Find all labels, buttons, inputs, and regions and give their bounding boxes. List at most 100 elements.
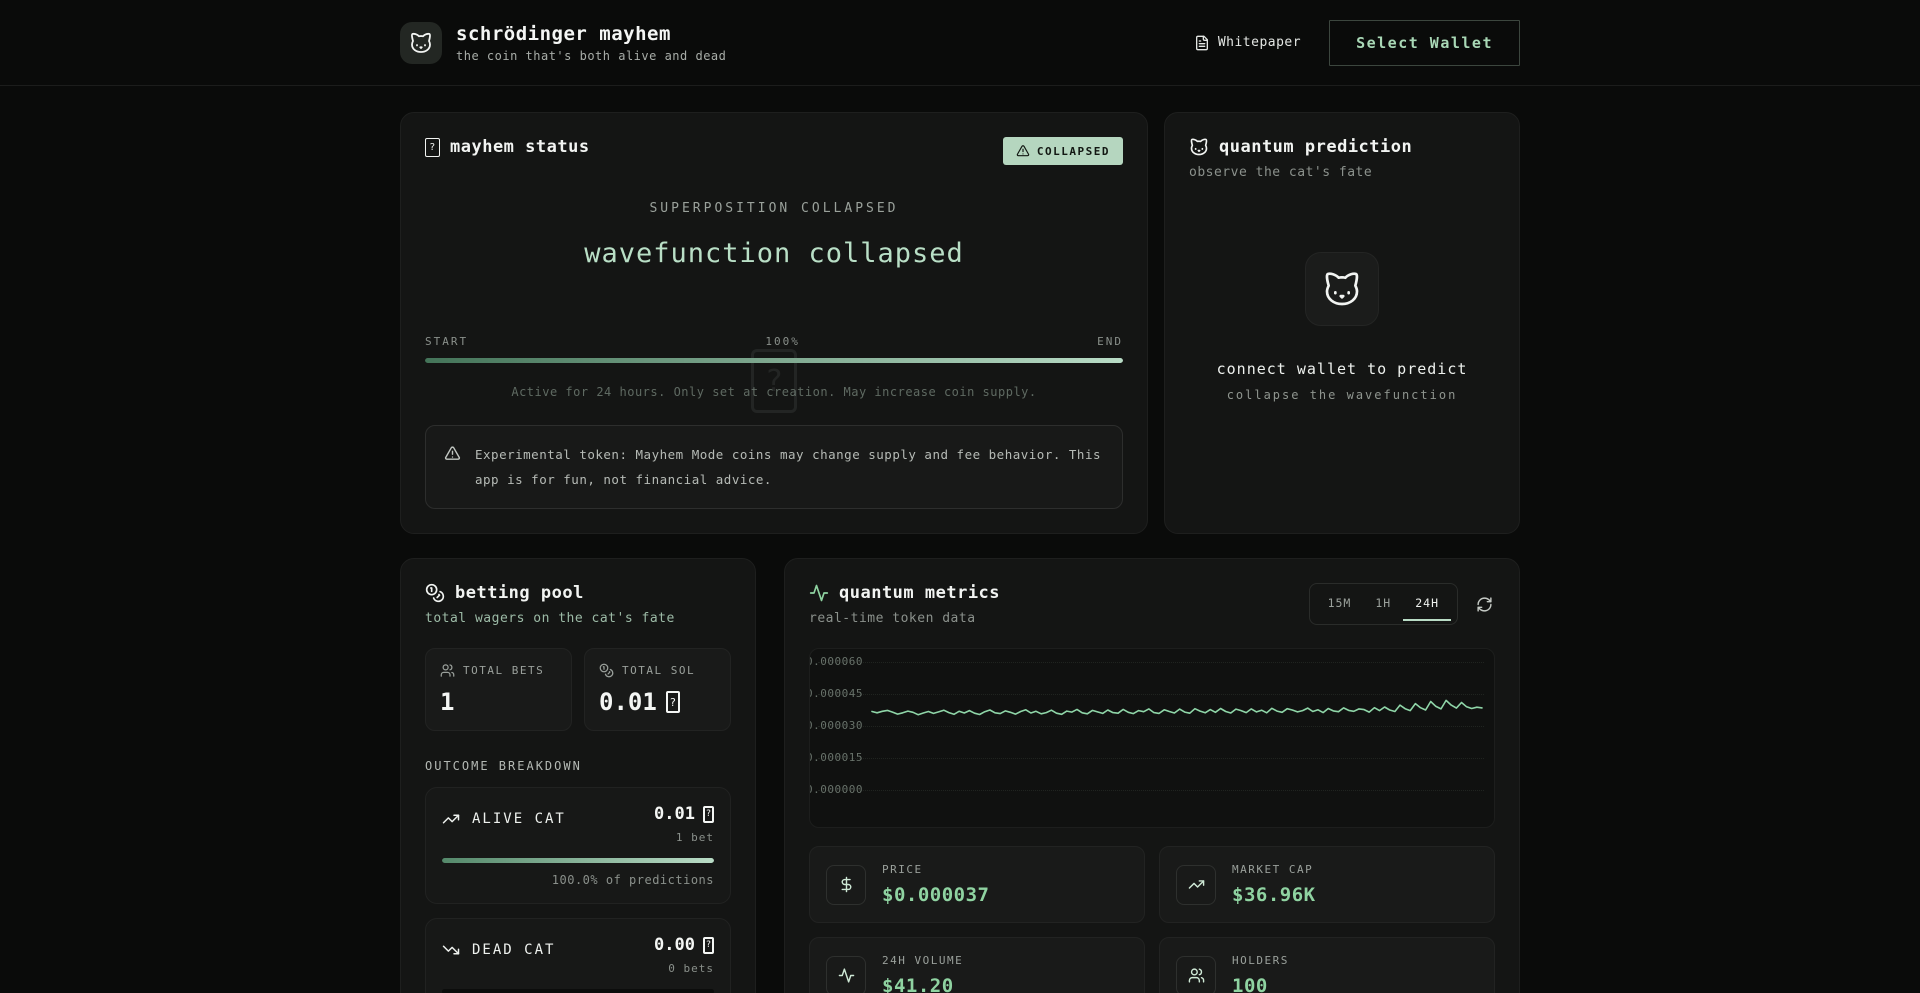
chart-gridline xyxy=(818,758,1484,759)
sol-missing-glyph-icon xyxy=(666,691,680,713)
alive-cat-outcome: ALIVE CAT 0.01 1 bet 100.0% of predictio… xyxy=(425,787,731,904)
whitepaper-link[interactable]: Whitepaper xyxy=(1194,35,1301,51)
quantum-prediction-card: quantum prediction observe the cat's fat… xyxy=(1164,112,1520,534)
price-label: PRICE xyxy=(882,863,989,876)
alert-triangle-icon xyxy=(1016,144,1030,158)
price-chart: 0.000060 0.000045 0.000030 0.000015 0.000000 xyxy=(809,648,1495,828)
mayhem-status-title-text: mayhem status xyxy=(450,137,590,157)
document-icon xyxy=(1194,35,1210,51)
missing-glyph-icon xyxy=(425,138,440,157)
alive-cat-progress-bar xyxy=(442,858,714,863)
chart-ytick-label: 0.000030 xyxy=(809,719,863,732)
betting-pool-subtitle: total wagers on the cat's fate xyxy=(425,611,731,626)
prediction-subtitle: observe the cat's fate xyxy=(1189,165,1495,180)
betting-pool-card: betting pool total wagers on the cat's f… xyxy=(400,558,756,993)
chart-gridline xyxy=(818,790,1484,791)
refresh-icon xyxy=(1476,596,1493,613)
dead-cat-label: DEAD CAT xyxy=(472,942,555,958)
alive-cat-progress-fill xyxy=(442,858,714,863)
trending-up-icon xyxy=(1176,865,1216,905)
mayhem-status-card: mayhem status COLLAPSED SUPERPOSITION CO… xyxy=(400,112,1148,534)
prediction-title: quantum prediction xyxy=(1189,137,1495,157)
trending-down-icon xyxy=(442,941,460,959)
users-icon xyxy=(440,663,455,678)
holders-label: HOLDERS xyxy=(1232,954,1289,967)
refresh-button[interactable] xyxy=(1474,594,1495,615)
app-header: schrödinger mayhem the coin that's both … xyxy=(0,0,1920,86)
warning-text: Experimental token: Mayhem Mode coins ma… xyxy=(475,442,1104,492)
superposition-label: SUPERPOSITION COLLAPSED xyxy=(425,201,1123,216)
coins-icon xyxy=(425,583,445,603)
timeframe-1h-button[interactable]: 1H xyxy=(1363,587,1403,621)
metrics-title-text: quantum metrics xyxy=(839,583,1000,603)
outcome-breakdown-label: OUTCOME BREAKDOWN xyxy=(425,759,731,773)
total-bets-stat: TOTAL BETS 1 xyxy=(425,648,572,731)
market-cap-value: $36.96K xyxy=(1232,884,1316,906)
chart-ytick-label: 0.000000 xyxy=(809,783,863,796)
quantum-metrics-card: quantum metrics real-time token data 15M… xyxy=(784,558,1520,993)
app-title: schrödinger mayhem xyxy=(456,23,726,45)
chart-ytick-label: 0.000045 xyxy=(809,687,863,700)
metrics-title: quantum metrics xyxy=(809,583,1000,603)
betting-pool-title: betting pool xyxy=(425,583,731,603)
market-cap-tile: MARKET CAP $36.96K xyxy=(1159,846,1495,923)
app-subtitle: the coin that's both alive and dead xyxy=(456,49,726,63)
progress-end-label: END xyxy=(1097,335,1123,348)
status-progress-fill xyxy=(425,358,1123,363)
betting-pool-title-text: betting pool xyxy=(455,583,584,603)
cat-icon xyxy=(409,31,433,55)
dead-cat-bets: 0 bets xyxy=(654,962,714,975)
progress-percent-label: 100% xyxy=(765,335,800,348)
alive-cat-pct: 100.0% of predictions xyxy=(442,873,714,887)
volume-label: 24H VOLUME xyxy=(882,954,963,967)
market-cap-label: MARKET CAP xyxy=(1232,863,1316,876)
brand-text: schrödinger mayhem the coin that's both … xyxy=(456,23,726,63)
dollar-icon xyxy=(826,865,866,905)
prediction-cat-box xyxy=(1305,252,1379,326)
connect-wallet-cta: connect wallet to predict xyxy=(1217,360,1468,378)
connect-wallet-cta-sub: collapse the wavefunction xyxy=(1227,388,1458,402)
app-logo[interactable] xyxy=(400,22,442,64)
status-progress-bar xyxy=(425,358,1123,363)
chart-gridline xyxy=(818,662,1484,663)
wavefunction-headline: wavefunction collapsed xyxy=(425,238,1123,269)
total-sol-value: 0.01 xyxy=(599,688,716,716)
dead-cat-progress-bar xyxy=(442,989,714,993)
price-tile: PRICE $0.000037 xyxy=(809,846,1145,923)
total-bets-label: TOTAL BETS xyxy=(463,664,544,677)
price-chart-line xyxy=(810,649,1494,827)
dead-cat-amount: 0.00 xyxy=(654,935,714,955)
timeframe-24h-button[interactable]: 24H xyxy=(1403,587,1451,621)
holders-tile: HOLDERS 100 xyxy=(1159,937,1495,993)
total-bets-value: 1 xyxy=(440,688,557,716)
timeframe-selector: 15M 1H 24H xyxy=(1309,583,1458,625)
volume-tile: 24H VOLUME $41.20 xyxy=(809,937,1145,993)
sol-missing-glyph-icon xyxy=(703,806,714,823)
select-wallet-button[interactable]: Select Wallet xyxy=(1329,20,1520,66)
chart-gridline xyxy=(818,726,1484,727)
trending-up-icon xyxy=(442,810,460,828)
users-icon xyxy=(1176,956,1216,993)
dead-cat-outcome: DEAD CAT 0.00 0 bets 0.0% of predictions xyxy=(425,918,731,993)
cat-icon xyxy=(1189,137,1209,157)
metrics-subtitle: real-time token data xyxy=(809,611,1000,626)
mayhem-status-title: mayhem status xyxy=(425,137,590,157)
activity-icon xyxy=(809,583,829,603)
alive-cat-label: ALIVE CAT xyxy=(472,811,566,827)
alert-triangle-icon xyxy=(444,445,461,462)
total-sol-stat: TOTAL SOL 0.01 xyxy=(584,648,731,731)
status-badge-label: COLLAPSED xyxy=(1037,145,1110,158)
experimental-warning: Experimental token: Mayhem Mode coins ma… xyxy=(425,425,1123,509)
whitepaper-label: Whitepaper xyxy=(1218,35,1301,50)
chart-ytick-label: 0.000060 xyxy=(809,655,863,668)
status-badge: COLLAPSED xyxy=(1003,137,1123,165)
total-sol-label: TOTAL SOL xyxy=(622,664,695,677)
holders-value: 100 xyxy=(1232,975,1289,993)
progress-start-label: START xyxy=(425,335,468,348)
alive-cat-bets: 1 bet xyxy=(654,831,714,844)
sol-missing-glyph-icon xyxy=(703,937,714,954)
timeframe-15m-button[interactable]: 15M xyxy=(1316,587,1364,621)
chart-ytick-label: 0.000015 xyxy=(809,751,863,764)
cat-icon xyxy=(1322,269,1362,309)
brand: schrödinger mayhem the coin that's both … xyxy=(400,22,726,64)
